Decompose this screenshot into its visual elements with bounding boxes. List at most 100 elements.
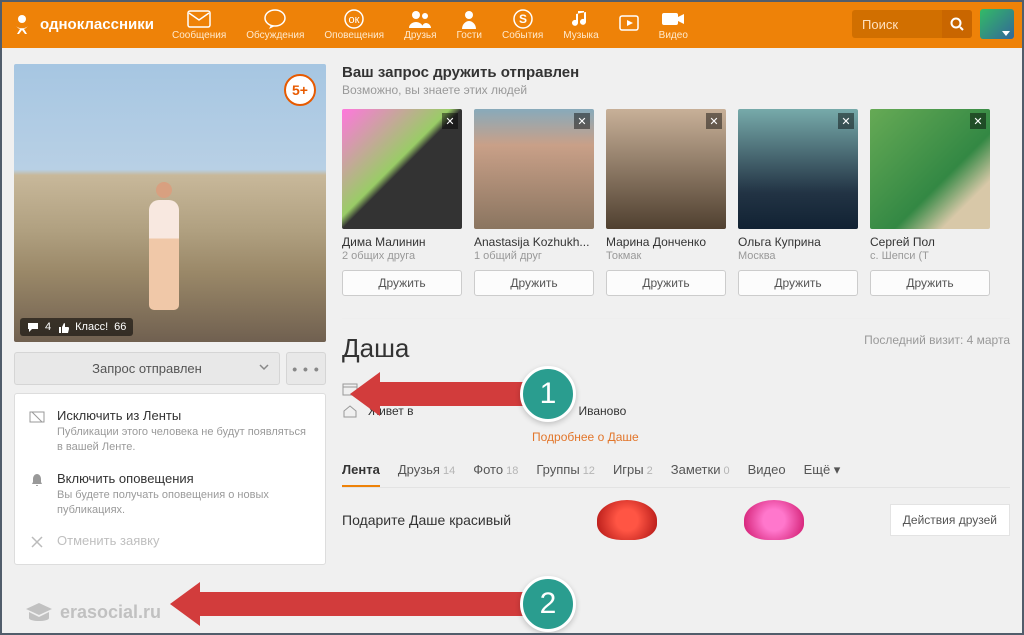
add-friend-button[interactable]: Дружить: [870, 270, 990, 296]
comment-icon: [27, 322, 39, 333]
tab-feed[interactable]: Лента: [342, 462, 380, 487]
suggestion-card: ✕ Сергей Пол с. Шепси (Т Дружить: [870, 109, 990, 296]
suggestions-title: Ваш запрос дружить отправлен: [342, 64, 1010, 81]
tab-more[interactable]: Ещё ▾: [804, 462, 841, 486]
close-icon[interactable]: ✕: [970, 113, 986, 129]
add-friend-button[interactable]: Дружить: [474, 270, 594, 296]
nav-notifications[interactable]: окОповещения: [314, 6, 394, 43]
add-friend-button[interactable]: Дружить: [342, 270, 462, 296]
nav-events[interactable]: SСобытия: [492, 6, 553, 43]
suggestion-photo[interactable]: ✕: [870, 109, 990, 229]
tab-friends[interactable]: Друзья14: [398, 462, 455, 485]
profile-info: Родилась Живет в Иваново Подробнее о Даш…: [342, 378, 1010, 444]
suggestion-name[interactable]: Дима Малинин: [342, 235, 462, 249]
ok-logo-icon: [10, 12, 34, 36]
add-friend-button[interactable]: Дружить: [738, 270, 858, 296]
left-column: 5+ 4 Класс! 66 Запрос отправлен • • • Ис…: [14, 64, 326, 565]
dropdown-exclude-feed[interactable]: Исключить из ЛентыПубликации этого челов…: [15, 400, 325, 463]
last-visit: Последний визит: 4 марта: [864, 333, 1010, 347]
nav-friends[interactable]: Друзья: [394, 6, 446, 43]
site-name: одноклассники: [40, 16, 154, 33]
video-icon: [661, 8, 685, 30]
search-box: [852, 10, 972, 38]
tab-photos[interactable]: Фото18: [473, 462, 518, 485]
step-badge-2: 2: [520, 576, 576, 632]
suggestion-meta: Москва: [738, 250, 858, 262]
suggestion-photo[interactable]: ✕: [342, 109, 462, 229]
suggestion-name[interactable]: Anastasija Kozhukh...: [474, 235, 594, 249]
suggestion-photo[interactable]: ✕: [738, 109, 858, 229]
suggestion-meta: 1 общий друг: [474, 250, 594, 262]
suggestion-meta: Токмак: [606, 250, 726, 262]
profile-tabs: Лента Друзья14 Фото18 Группы12 Игры2 Зам…: [342, 462, 1010, 488]
photo-stats[interactable]: 4 Класс! 66: [20, 318, 133, 336]
more-actions-dropdown: Исключить из ЛентыПубликации этого челов…: [14, 393, 326, 565]
lives-value: Иваново: [579, 404, 627, 418]
suggestion-card: ✕ Дима Малинин 2 общих друга Дружить: [342, 109, 462, 296]
top-header: одноклассники Сообщения Обсуждения окОпо…: [0, 0, 1024, 48]
friends-icon: [407, 8, 433, 30]
suggestion-card: ✕ Ольга Куприна Москва Дружить: [738, 109, 858, 296]
tab-video[interactable]: Видео: [748, 462, 786, 485]
gift-flower[interactable]: [744, 500, 804, 540]
suggestion-photo[interactable]: ✕: [606, 109, 726, 229]
lives-label: Живет в: [368, 404, 414, 418]
bell-small-icon: [29, 472, 45, 488]
suggestion-meta: с. Шепси (Т: [870, 250, 990, 262]
friends-activity-box[interactable]: Действия друзей: [890, 504, 1010, 536]
tab-games[interactable]: Игры2: [613, 462, 653, 485]
nav-video[interactable]: Видео: [649, 6, 698, 43]
photo-subject: [144, 182, 184, 312]
search-input[interactable]: [852, 17, 942, 32]
bell-icon: ок: [344, 8, 364, 30]
add-friend-button[interactable]: Дружить: [606, 270, 726, 296]
close-icon[interactable]: ✕: [838, 113, 854, 129]
site-logo[interactable]: одноклассники: [10, 12, 154, 36]
suggestions-subtitle: Возможно, вы знаете этих людей: [342, 83, 1010, 97]
suggestion-name[interactable]: Ольга Куприна: [738, 235, 858, 249]
suggestion-card: ✕ Anastasija Kozhukh... 1 общий друг Дру…: [474, 109, 594, 296]
suggestion-name[interactable]: Марина Донченко: [606, 235, 726, 249]
suggestion-meta: 2 общих друга: [342, 250, 462, 262]
guests-icon: [459, 8, 479, 30]
suggestions-row: ✕ Дима Малинин 2 общих друга Дружить ✕ A…: [342, 109, 1010, 296]
events-icon: S: [512, 8, 534, 30]
close-icon[interactable]: ✕: [706, 113, 722, 129]
tab-notes[interactable]: Заметки0: [671, 462, 730, 485]
gift-flower[interactable]: [597, 500, 657, 540]
tab-groups[interactable]: Группы12: [536, 462, 595, 485]
nav-guests[interactable]: Гости: [447, 6, 492, 43]
close-icon[interactable]: ✕: [574, 113, 590, 129]
calendar-icon: [342, 382, 358, 396]
thumbs-up-icon: [57, 322, 69, 333]
comment-count: 4: [45, 321, 51, 333]
search-button[interactable]: [942, 10, 972, 38]
home-icon: [342, 404, 358, 418]
dropdown-cancel-request[interactable]: Отменить заявку: [15, 525, 325, 558]
suggestion-photo[interactable]: ✕: [474, 109, 594, 229]
close-icon[interactable]: ✕: [442, 113, 458, 129]
rating-badge[interactable]: 5+: [284, 74, 316, 106]
music-icon: [572, 8, 590, 30]
graduation-cap-icon: [24, 601, 54, 623]
more-about-link[interactable]: Подробнее о Даше: [532, 430, 1010, 444]
watermark: erasocial.ru: [24, 601, 161, 623]
mail-icon: [187, 8, 211, 30]
nav-discussions[interactable]: Обсуждения: [236, 6, 314, 43]
more-actions-button[interactable]: • • •: [286, 352, 326, 385]
search-icon: [950, 17, 964, 31]
chevron-down-icon: [259, 364, 269, 372]
nav-play[interactable]: [609, 11, 649, 37]
play-icon: [619, 13, 639, 35]
friend-request-button[interactable]: Запрос отправлен: [14, 352, 280, 385]
klass-count: 66: [114, 321, 126, 333]
svg-text:ок: ок: [349, 14, 360, 26]
suggestion-name[interactable]: Сергей Пол: [870, 235, 990, 249]
dropdown-enable-notifications[interactable]: Включить оповещенияВы будете получать оп…: [15, 463, 325, 526]
user-menu-button[interactable]: [980, 9, 1014, 39]
profile-photo[interactable]: 5+ 4 Класс! 66: [14, 64, 326, 342]
cancel-icon: [29, 534, 45, 550]
klass-label: Класс!: [75, 321, 108, 333]
nav-music[interactable]: Музыка: [553, 6, 608, 43]
nav-messages[interactable]: Сообщения: [162, 6, 236, 43]
